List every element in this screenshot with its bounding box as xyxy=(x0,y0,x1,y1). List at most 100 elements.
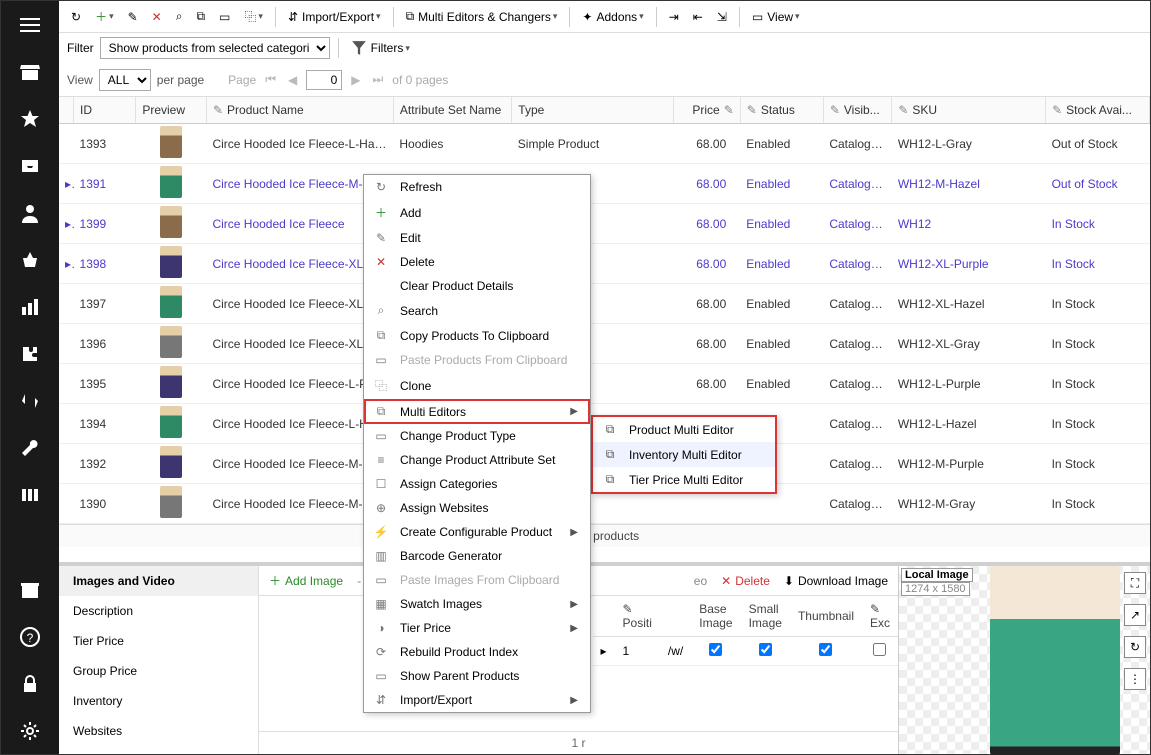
fit-button[interactable]: ⛶ xyxy=(1124,572,1146,594)
table-row[interactable]: 1396Circe Hooded Ice Fleece-XL-Gr68.00En… xyxy=(59,324,1150,364)
col-preview[interactable]: Preview xyxy=(136,97,207,124)
table-row[interactable]: ▸1398Circe Hooded Ice Fleece-XL-P68.00En… xyxy=(59,244,1150,284)
delete-image-button[interactable]: ✕ Delete xyxy=(721,574,770,588)
inbox-icon[interactable] xyxy=(1,142,59,189)
gear-icon[interactable] xyxy=(1,707,59,754)
col-attr-set[interactable]: Attribute Set Name xyxy=(393,97,511,124)
download-image-button[interactable]: ⬇ Download Image xyxy=(784,574,888,588)
prev-page-button[interactable]: ◀ xyxy=(285,73,300,87)
sub-tier-price-multi-editor[interactable]: ⧉Tier Price Multi Editor xyxy=(593,467,775,492)
ctx-search[interactable]: ⌕Search xyxy=(364,298,590,323)
store-icon[interactable] xyxy=(1,48,59,95)
tool-a-button[interactable]: ⇥ xyxy=(665,8,683,26)
col-small[interactable]: Small Image xyxy=(741,596,790,637)
ctx-assign-categories[interactable]: ☐Assign Categories xyxy=(364,472,590,496)
tool-b-button[interactable]: ⇤ xyxy=(689,8,707,26)
edit-button[interactable]: ✎ xyxy=(124,8,142,26)
tab-tier-price[interactable]: Tier Price xyxy=(59,626,258,656)
small-checkbox[interactable] xyxy=(759,643,772,656)
col-stock[interactable]: ✎Stock Avai... xyxy=(1046,97,1150,124)
menu-icon[interactable] xyxy=(1,1,59,48)
first-page-button[interactable]: ⏮ xyxy=(262,72,279,87)
table-row[interactable]: ▸1399Circe Hooded Ice Fleeceduct68.00Ena… xyxy=(59,204,1150,244)
ctx-copy-products-to-clipboard[interactable]: ⧉Copy Products To Clipboard xyxy=(364,323,590,348)
clone-button[interactable]: ⿻▾ xyxy=(240,6,267,27)
ctx-show-parent-products[interactable]: ▭Show Parent Products xyxy=(364,664,590,688)
ctx-change-product-attribute-set[interactable]: ≡Change Product Attribute Set xyxy=(364,448,590,472)
col-thumb[interactable]: Thumbnail xyxy=(790,596,862,637)
tab-images-and-video[interactable]: Images and Video xyxy=(59,566,258,596)
page-input[interactable] xyxy=(306,70,342,90)
ctx-create-configurable-product[interactable]: ⚡Create Configurable Product▶ xyxy=(364,520,590,544)
col-price[interactable]: Price✎ xyxy=(674,97,740,124)
table-row[interactable]: 1395Circe Hooded Ice Fleece-L-Pur68.00En… xyxy=(59,364,1150,404)
col-id[interactable]: ID xyxy=(74,97,136,124)
refresh-preview-button[interactable]: ↻ xyxy=(1124,636,1146,658)
help-icon[interactable]: ? xyxy=(1,613,59,660)
popout-button[interactable]: ↗ xyxy=(1124,604,1146,626)
tab-categories[interactable]: Categories xyxy=(59,746,258,755)
col-product-name[interactable]: ✎Product Name xyxy=(206,97,393,124)
col-type[interactable]: Type xyxy=(512,97,674,124)
add-image-button[interactable]: ＋ Add Image xyxy=(269,572,343,589)
filter-select[interactable]: Show products from selected categories xyxy=(100,37,330,59)
image-row[interactable]: ▸ 1 /w/ xyxy=(593,637,898,666)
tab-description[interactable]: Description xyxy=(59,596,258,626)
delete-button[interactable]: ✕ xyxy=(148,8,166,26)
ctx-add[interactable]: ＋Add xyxy=(364,199,590,226)
col-sku[interactable]: ✎SKU xyxy=(892,97,1046,124)
puzzle-icon[interactable] xyxy=(1,330,59,377)
ctx-clear-product-details[interactable]: Clear Product Details xyxy=(364,274,590,298)
add-button[interactable]: ＋▾ xyxy=(91,6,118,27)
thumb-checkbox[interactable] xyxy=(819,643,832,656)
chart-icon[interactable] xyxy=(1,283,59,330)
ctx-barcode-generator[interactable]: ▥Barcode Generator xyxy=(364,544,590,568)
tool-button[interactable]: ⋮ xyxy=(1124,668,1146,690)
person-icon[interactable] xyxy=(1,189,59,236)
sub-product-multi-editor[interactable]: ⧉Product Multi Editor xyxy=(593,417,775,442)
tab-websites[interactable]: Websites xyxy=(59,716,258,746)
col-exc[interactable]: ✎ Exc xyxy=(862,596,898,637)
sub-inventory-multi-editor[interactable]: ⧉Inventory Multi Editor xyxy=(593,442,775,467)
ctx-import/export[interactable]: ⇵Import/Export▶ xyxy=(364,688,590,712)
tool-c-button[interactable]: ⇲ xyxy=(713,8,731,26)
col-status[interactable]: ✎Status xyxy=(740,97,823,124)
addons-button[interactable]: ✦ Addons▾ xyxy=(578,8,647,26)
tab-group-price[interactable]: Group Price xyxy=(59,656,258,686)
col-base[interactable]: Base Image xyxy=(691,596,740,637)
wrench-icon[interactable] xyxy=(1,424,59,471)
exc-checkbox[interactable] xyxy=(873,643,886,656)
multi-editors-button[interactable]: ⧉ Multi Editors & Changers▾ xyxy=(402,7,562,26)
next-page-button[interactable]: ▶ xyxy=(348,73,363,87)
ctx-swatch-images[interactable]: ▦Swatch Images▶ xyxy=(364,592,590,616)
refresh-button[interactable]: ↻ xyxy=(67,8,85,26)
base-checkbox[interactable] xyxy=(709,643,722,656)
transfer-icon[interactable] xyxy=(1,377,59,424)
ctx-edit[interactable]: ✎Edit xyxy=(364,226,590,250)
archive-icon[interactable] xyxy=(1,566,59,613)
last-page-button[interactable]: ⏭ xyxy=(369,72,386,87)
col-position[interactable]: ✎ Positi xyxy=(615,596,660,637)
ctx-assign-websites[interactable]: ⊕Assign Websites xyxy=(364,496,590,520)
col-visib[interactable]: ✎Visib... xyxy=(823,97,892,124)
per-page-select[interactable]: ALL xyxy=(99,69,151,91)
ctx-refresh[interactable]: ↻Refresh xyxy=(364,175,590,199)
columns-icon[interactable] xyxy=(1,471,59,518)
ctx-multi-editors[interactable]: ⧉Multi Editors▶ xyxy=(364,399,590,424)
ctx-change-product-type[interactable]: ▭Change Product Type xyxy=(364,424,590,448)
basket-icon[interactable] xyxy=(1,236,59,283)
lock-icon[interactable] xyxy=(1,660,59,707)
filters-button[interactable]: Filters▾ xyxy=(347,38,414,58)
search-button[interactable]: ⌕ xyxy=(172,7,187,26)
ctx-clone[interactable]: ⿻Clone xyxy=(364,372,590,399)
ctx-delete[interactable]: ✕Delete xyxy=(364,250,590,274)
paste-button[interactable]: ▭ xyxy=(215,8,234,26)
ctx-tier-price[interactable]: ◑Tier Price▶ xyxy=(364,616,590,640)
star-icon[interactable] xyxy=(1,95,59,142)
view-button[interactable]: ▭ View▾ xyxy=(748,8,804,26)
table-row[interactable]: ▸1391Circe Hooded Ice Fleece-M-Ha68.00En… xyxy=(59,164,1150,204)
table-row[interactable]: 1393Circe Hooded Ice Fleece-L-HazelHoodi… xyxy=(59,124,1150,164)
ctx-rebuild-product-index[interactable]: ⟳Rebuild Product Index xyxy=(364,640,590,664)
import-export-button[interactable]: ⇵ Import/Export▾ xyxy=(284,8,385,26)
tab-inventory[interactable]: Inventory xyxy=(59,686,258,716)
